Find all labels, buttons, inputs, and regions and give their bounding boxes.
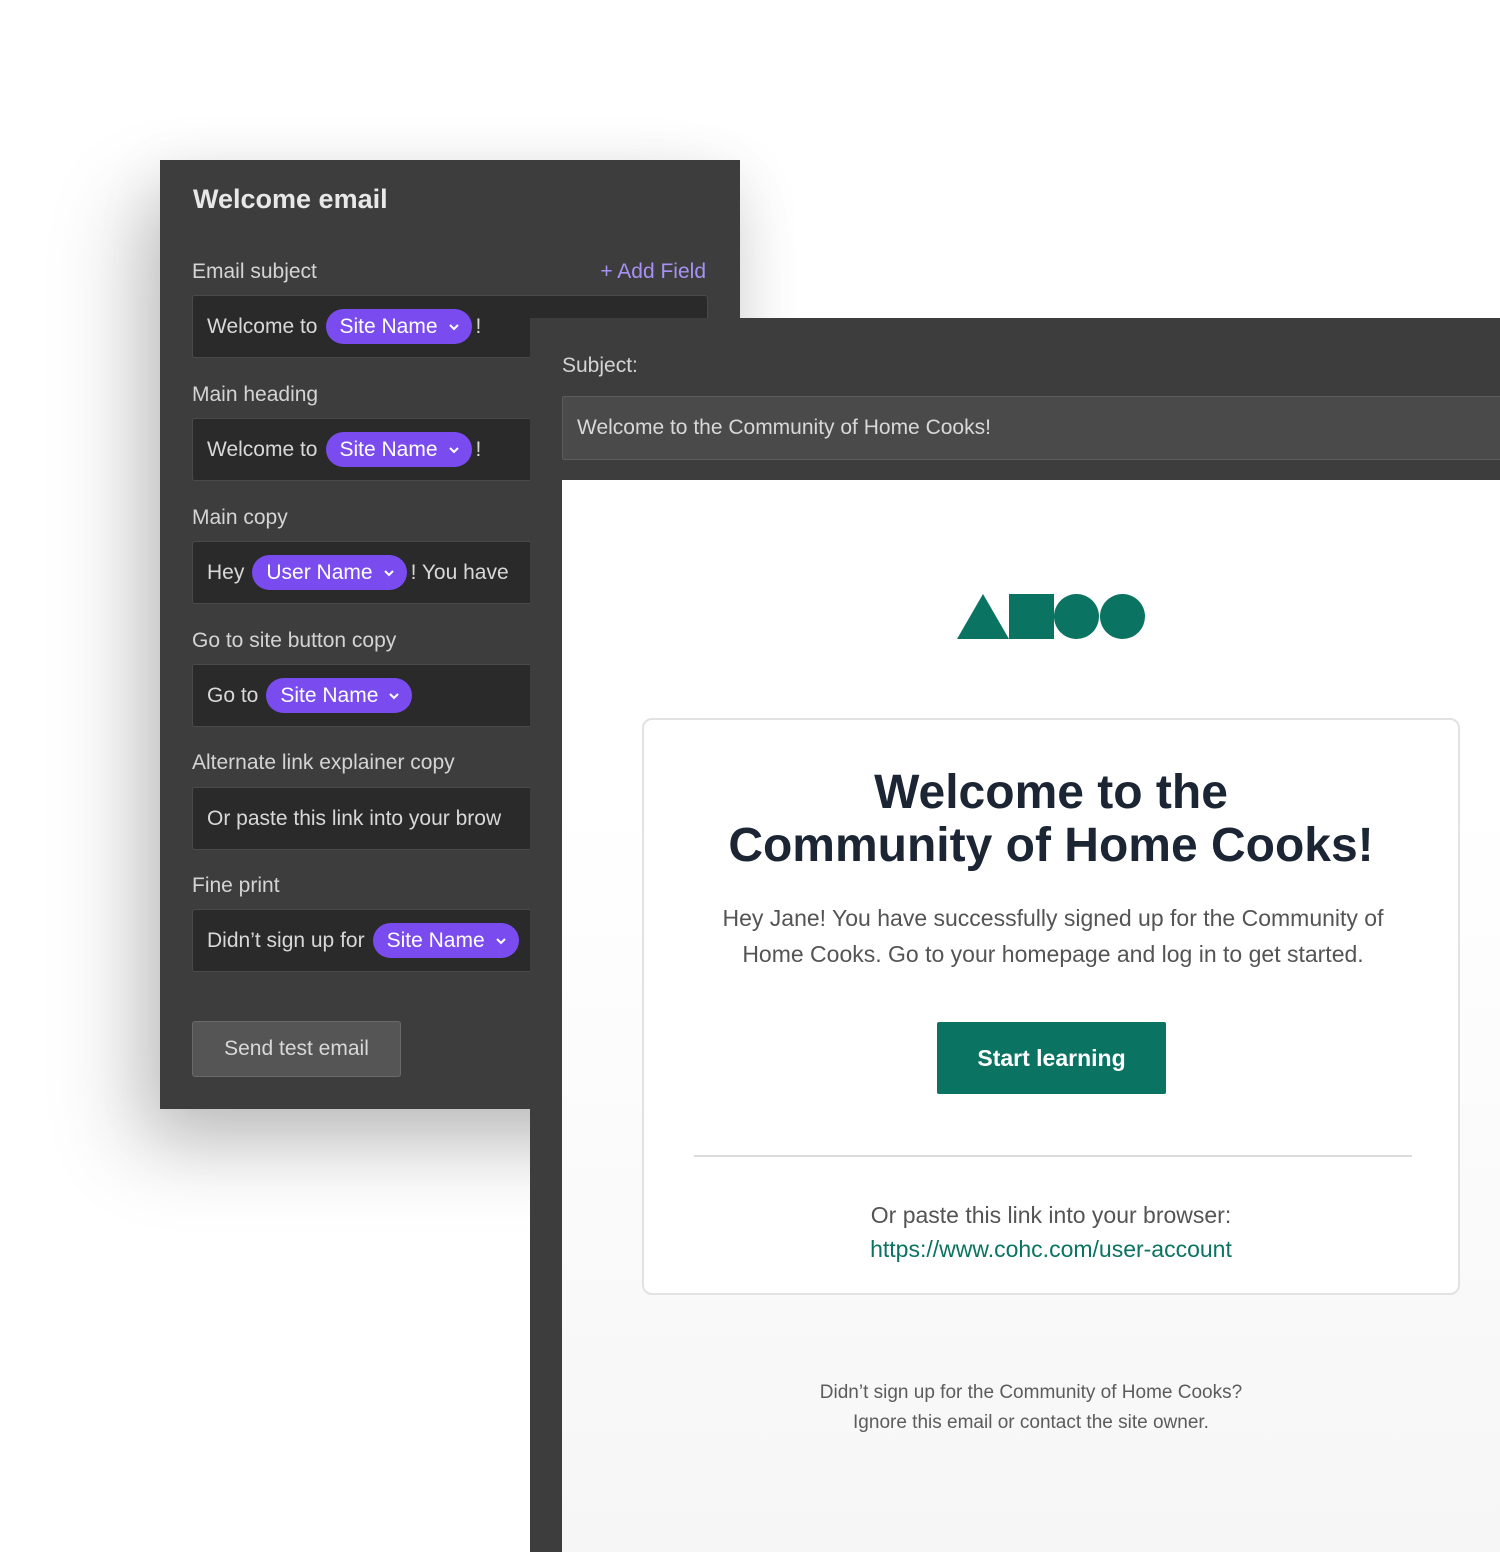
field-text: Go to	[207, 683, 259, 707]
token-label: Site Name	[386, 928, 485, 952]
field-text: Welcome to	[207, 437, 318, 461]
token-label: Site Name	[280, 683, 379, 707]
editor-title: Welcome email	[193, 184, 388, 214]
fine-print: Didn’t sign up for the Community of Home…	[562, 1378, 1500, 1438]
brand-logo	[957, 592, 1147, 640]
site-name-token[interactable]: Site Name	[325, 432, 472, 467]
email-body: Welcome to the Community of Home Cooks! …	[562, 480, 1500, 1552]
chevron-down-icon	[448, 444, 460, 456]
email-subject-label: Email subject	[192, 260, 317, 283]
chevron-down-icon	[448, 321, 460, 333]
token-label: Site Name	[339, 314, 438, 338]
field-text: Or paste this link into your brow	[207, 806, 502, 830]
token-label: User Name	[266, 560, 373, 584]
email-card: Welcome to the Community of Home Cooks! …	[642, 718, 1460, 1295]
field-text: ! You have	[410, 560, 509, 584]
field-text: Didn’t sign up for	[207, 928, 365, 952]
start-learning-button[interactable]: Start learning	[937, 1022, 1166, 1094]
brand-logo-shapes-icon	[957, 594, 1145, 639]
add-field-link[interactable]: + Add Field	[600, 260, 706, 284]
fine-print-line: Ignore this email or contact the site ow…	[853, 1412, 1209, 1433]
main-copy-label: Main copy	[192, 506, 288, 529]
email-copy-line: Home Cooks. Go to your homepage and log …	[742, 941, 1364, 967]
subject-value: Welcome to the Community of Home Cooks!	[577, 416, 991, 439]
chevron-down-icon	[495, 935, 507, 947]
chevron-down-icon	[388, 690, 400, 702]
user-name-token[interactable]: User Name	[252, 555, 407, 590]
field-text: Hey	[207, 560, 245, 584]
field-text: !	[475, 314, 482, 338]
site-name-token[interactable]: Site Name	[372, 923, 519, 958]
field-text: !	[475, 437, 482, 461]
field-text: Welcome to	[207, 314, 318, 338]
email-copy: Hey Jane! You have successfully signed u…	[684, 900, 1422, 972]
email-heading-line: Welcome to the	[874, 766, 1228, 819]
chevron-down-icon	[383, 567, 395, 579]
fine-print-line: Didn’t sign up for the Community of Home…	[819, 1382, 1243, 1403]
subject-label: Subject:	[562, 354, 638, 377]
email-heading-line: Community of Home Cooks!	[728, 819, 1374, 872]
button-copy-label: Go to site button copy	[192, 629, 397, 652]
alternate-link-copy: Or paste this link into your browser:	[870, 1202, 1232, 1228]
email-heading: Welcome to the Community of Home Cooks!	[644, 766, 1458, 872]
email-preview-window: Subject: Welcome to the Community of Hom…	[530, 318, 1500, 1552]
email-copy-line: Hey Jane! You have successfully signed u…	[722, 905, 1384, 931]
token-label: Site Name	[339, 437, 438, 461]
site-name-token[interactable]: Site Name	[325, 309, 472, 344]
subject-preview-field: Welcome to the Community of Home Cooks!	[562, 396, 1500, 460]
divider	[694, 1155, 1412, 1157]
main-heading-label: Main heading	[192, 383, 319, 406]
send-test-email-button[interactable]: Send test email	[192, 1021, 401, 1077]
site-name-token[interactable]: Site Name	[266, 678, 413, 713]
fine-print-label: Fine print	[192, 874, 280, 897]
alternate-link-label: Alternate link explainer copy	[192, 751, 455, 774]
account-link[interactable]: https://www.cohc.com/user-account	[644, 1236, 1458, 1263]
